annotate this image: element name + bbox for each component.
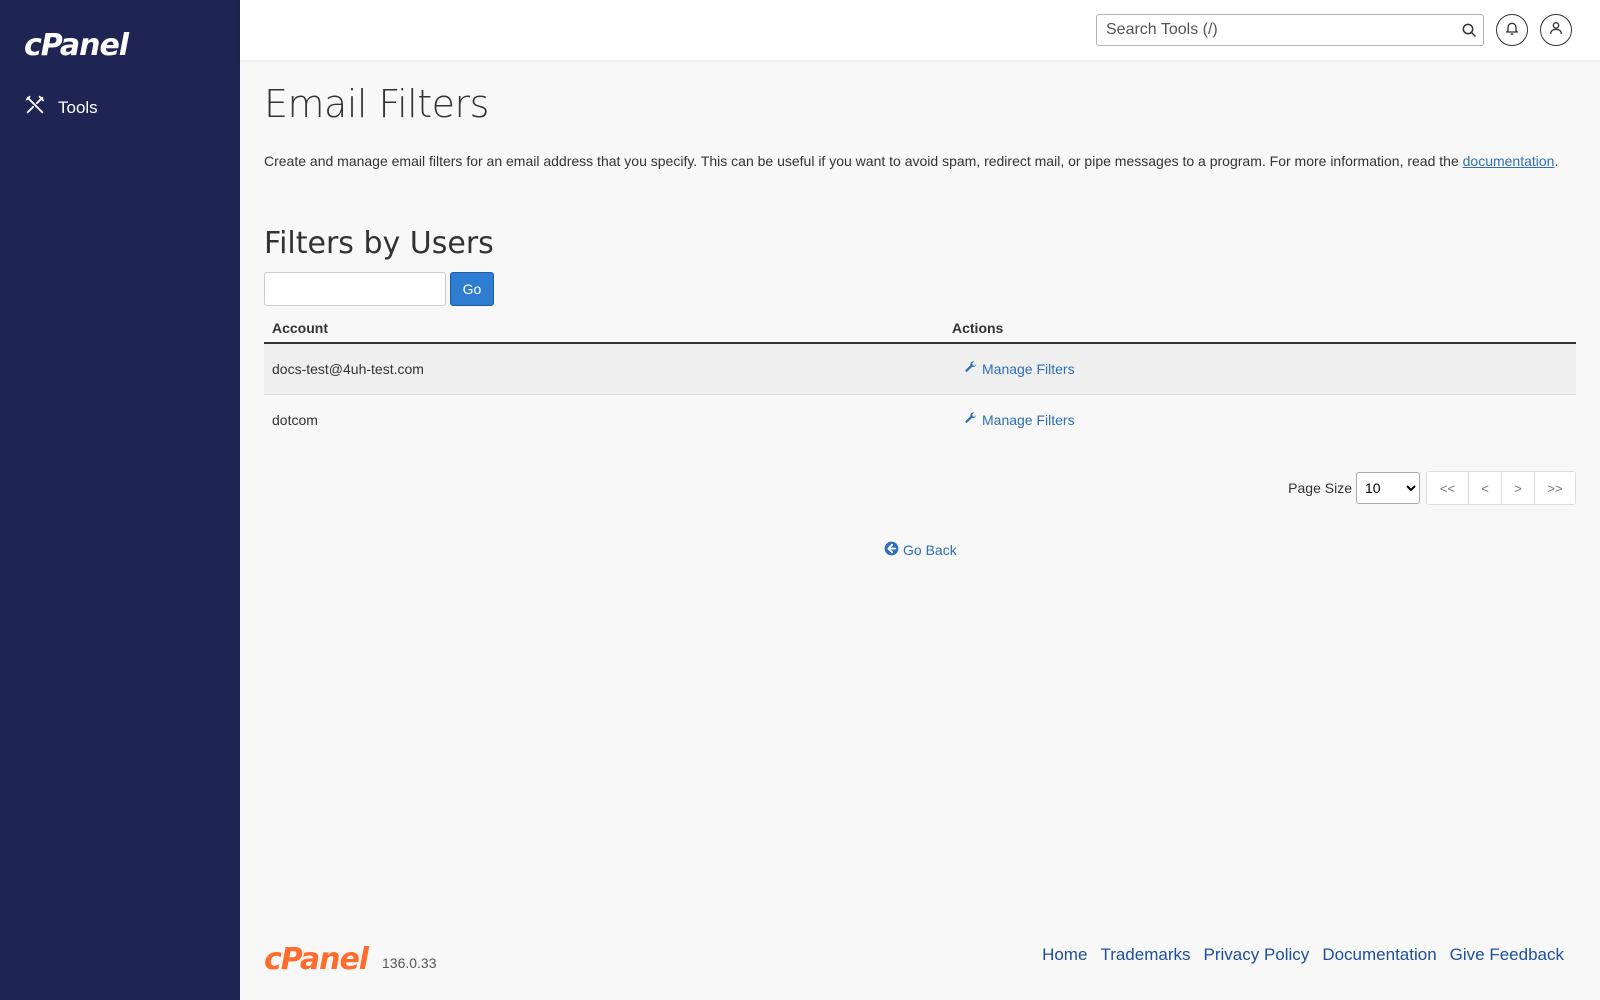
description-text: Create and manage email filters for an e… [264, 153, 1459, 169]
next-page-button[interactable]: > [1501, 472, 1534, 504]
go-button[interactable]: Go [450, 272, 494, 306]
pagination: Page Size 10 << < > >> [1288, 471, 1576, 505]
wrench-icon [964, 411, 978, 428]
pager-buttons: << < > >> [1426, 471, 1576, 505]
users-table: Account Actions docs-test@4uh-test.com M… [264, 313, 1576, 445]
top-bar [240, 0, 1600, 60]
footer-link-documentation[interactable]: Documentation [1322, 945, 1436, 965]
documentation-link[interactable]: documentation [1463, 153, 1555, 169]
bell-icon [1504, 20, 1520, 41]
table-row: docs-test@4uh-test.com Manage Filters [264, 343, 1576, 395]
search-box [1096, 14, 1484, 46]
user-filter-form: Go [264, 272, 494, 306]
version-text: 136.0.33 [382, 955, 437, 971]
arrow-left-circle-icon [884, 541, 899, 559]
page-title: Email Filters [264, 82, 489, 126]
column-header-account[interactable]: Account [264, 313, 944, 344]
first-page-button[interactable]: << [1427, 472, 1468, 504]
manage-filters-label: Manage Filters [982, 411, 1075, 428]
manage-filters-label: Manage Filters [982, 360, 1075, 377]
page-size-select[interactable]: 10 [1356, 472, 1420, 504]
last-page-button[interactable]: >> [1534, 472, 1575, 504]
description-suffix: . [1554, 153, 1559, 169]
prev-page-button[interactable]: < [1468, 472, 1501, 504]
manage-filters-link[interactable]: Manage Filters [964, 360, 1075, 377]
search-input[interactable] [1097, 15, 1455, 45]
cpanel-logo[interactable]: cPanel [24, 28, 129, 63]
go-back-link[interactable]: Go Back [884, 541, 957, 559]
page-description: Create and manage email filters for an e… [264, 152, 1564, 170]
footer-link-privacy-policy[interactable]: Privacy Policy [1204, 945, 1310, 965]
footer-cpanel-logo[interactable]: cPanel [264, 942, 369, 977]
footer-link-give-feedback[interactable]: Give Feedback [1450, 945, 1564, 965]
sidebar: cPanel Tools [0, 0, 240, 1000]
wrench-icon [964, 360, 978, 377]
actions-cell: Manage Filters [944, 343, 1576, 395]
section-title: Filters by Users [264, 226, 494, 261]
manage-filters-link[interactable]: Manage Filters [964, 411, 1075, 428]
sidebar-item-label: Tools [58, 97, 98, 117]
footer-link-trademarks[interactable]: Trademarks [1100, 945, 1190, 965]
column-header-actions: Actions [944, 313, 1576, 344]
notifications-button[interactable] [1496, 14, 1528, 46]
footer-link-home[interactable]: Home [1042, 945, 1087, 965]
search-icon[interactable] [1455, 22, 1483, 38]
actions-cell: Manage Filters [944, 394, 1576, 445]
table-row: dotcom Manage Filters [264, 394, 1576, 445]
user-icon [1548, 20, 1564, 41]
footer-links: Home Trademarks Privacy Policy Documenta… [1042, 945, 1564, 965]
user-filter-input[interactable] [264, 272, 446, 306]
account-cell: dotcom [264, 394, 944, 445]
page-size-label: Page Size [1288, 480, 1352, 496]
user-menu-button[interactable] [1540, 14, 1572, 46]
go-back-label: Go Back [903, 542, 957, 558]
table-header-row: Account Actions [264, 313, 1576, 344]
sidebar-item-tools[interactable]: Tools [24, 94, 98, 121]
tools-icon [24, 94, 46, 121]
account-cell: docs-test@4uh-test.com [264, 343, 944, 395]
